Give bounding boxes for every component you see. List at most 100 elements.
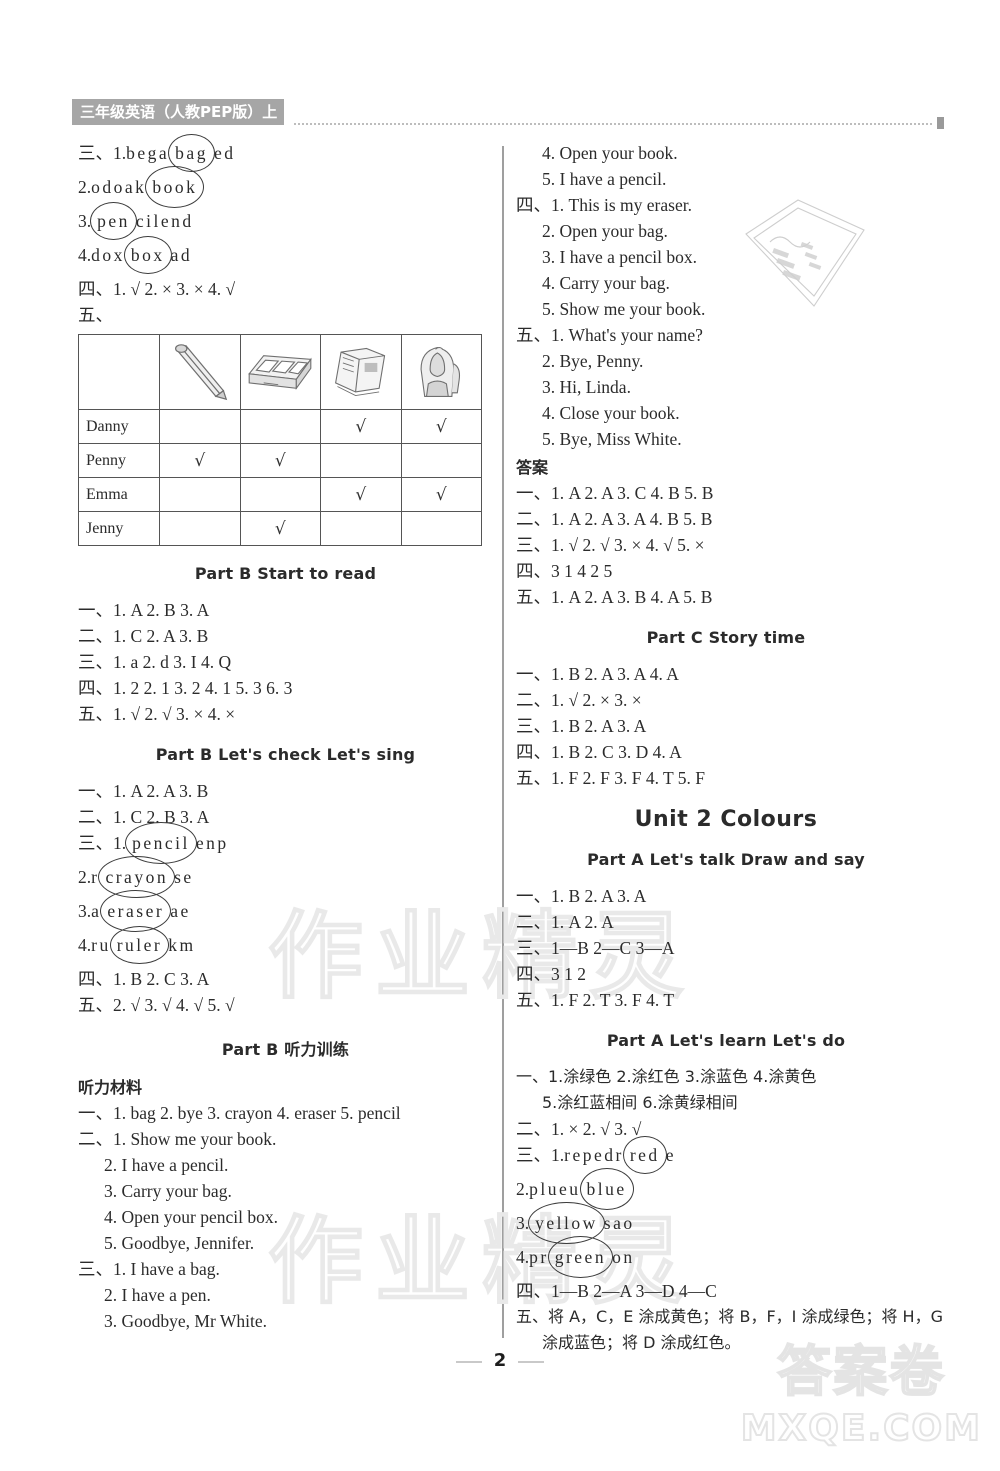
puzzle-suffix: cilend — [135, 211, 194, 231]
circled-word: ruler — [109, 926, 169, 964]
puzzle-label: 2. — [516, 1179, 530, 1199]
table-cell: √ — [239, 511, 321, 546]
answer-line: 一、1. A 2. A 3. C 4. B 5. B — [516, 483, 714, 503]
circled-word: pencil — [125, 822, 197, 864]
answer-line: 四、3 1 4 2 5 — [516, 561, 613, 581]
answer-line: 4. Open your pencil box. — [104, 1207, 278, 1227]
survey-table-wrap: Danny √ √ Penny √ √ Emma √ √ Jenny √ — [78, 334, 493, 546]
pencil-box-icon — [239, 334, 321, 410]
student-name: Jenny — [78, 511, 160, 546]
check-mark: √ — [274, 450, 286, 471]
page-header: 三年级英语（人教PEP版）上 — [72, 99, 944, 129]
answer-line: 二、1. √ 2. × 3. × — [516, 690, 642, 710]
puzzle-line: 2.r crayon se — [78, 856, 493, 898]
puzzle-line: 4.ru ruler km — [78, 926, 493, 966]
puzzle-prefix: a — [91, 901, 102, 921]
puzzle-suffix: on — [612, 1247, 635, 1267]
answer-line: 二、1. C 2. B 3. A — [78, 807, 210, 827]
answer-line: 五、1. F 2. T 3. F 4. T — [516, 990, 675, 1010]
answer-line: 四、1. B 2. C 3. D 4. A — [516, 742, 682, 762]
table-cell: √ — [239, 443, 321, 478]
table-cell — [159, 511, 241, 546]
check-mark: √ — [355, 484, 367, 505]
table-cell — [239, 477, 321, 512]
footer-dash-left — [455, 1361, 482, 1364]
answer-line: 二、1. × 2. √ 3. √ — [516, 1119, 642, 1139]
answer-key-page: 三年级英语（人教PEP版）上 作业精灵 作业精灵 答案卷 MXQE.COM 三、… — [0, 0, 1000, 1471]
section-heading-lets-talk: Part A Let's talk Draw and say — [587, 850, 865, 869]
table-row: Emma √ √ — [78, 477, 482, 512]
answer-line: 四、1. This is my eraser. — [516, 195, 692, 215]
student-name: Emma — [78, 477, 160, 512]
answer-line: 一、1.涂绿色 2.涂红色 3.涂蓝色 4.涂黄色 — [516, 1067, 817, 1086]
circled-word: box — [123, 236, 172, 274]
answer-line: 一、1. A 2. B 3. A — [78, 600, 210, 620]
circled-word: blue — [579, 1168, 634, 1210]
table-cell — [400, 443, 482, 478]
answer-line: 4. Carry your bag. — [542, 273, 670, 293]
table-header-row — [78, 334, 482, 410]
puzzle-group-san: 三、1.bega bag ed 2.odoak book 3. pen cilend 4.… — [78, 134, 493, 276]
book-icon — [320, 334, 402, 410]
table-cell — [400, 511, 482, 546]
circled-word: green — [547, 1236, 614, 1278]
puzzle-line: 4.dox box ad — [78, 236, 493, 276]
answer-line: 三、1. a 2. d 3. I 4. Q — [78, 652, 232, 672]
answer-line: 五、 — [78, 305, 113, 325]
answer-line: 4. Open your book. — [542, 143, 678, 163]
answer-line: 二、1. C 2. A 3. B — [78, 626, 209, 646]
answer-line: 五、将 A，C，E 涂成黄色；将 B，F，I 涂成绿色；将 H，G — [516, 1307, 943, 1326]
answers-label: 答案 — [516, 458, 549, 477]
section-heading-listening: Part B 听力训练 — [221, 1040, 350, 1059]
check-mark: √ — [194, 450, 206, 471]
circled-word: eraser — [100, 890, 171, 932]
footer-dash-right — [518, 1361, 545, 1364]
answer-line: 4. Close your book. — [542, 403, 680, 423]
puzzle-label: 2. — [78, 867, 92, 887]
puzzle-label: 3. — [78, 211, 92, 231]
puzzle-label: 三、1. — [78, 833, 127, 853]
answer-line: 四、1. B 2. C 3. A — [78, 969, 210, 989]
section-heading-lets-learn: Part A Let's learn Let's do — [606, 1031, 846, 1050]
survey-table: Danny √ √ Penny √ √ Emma √ √ Jenny √ — [78, 334, 482, 546]
answer-line: 五、1. √ 2. √ 3. × 4. × — [78, 704, 236, 724]
answer-line: 三、1. √ 2. √ 3. × 4. √ 5. × — [516, 535, 705, 555]
answer-line: 五、1. A 2. A 3. B 4. A 5. B — [516, 587, 713, 607]
answer-line: 五、1. What's your name? — [516, 325, 703, 345]
answer-line: 2. I have a pencil. — [104, 1155, 229, 1175]
answer-line: 5. Bye, Miss White. — [542, 429, 682, 449]
puzzle-line: 三、1. pencil enp — [78, 822, 493, 864]
left-column: 三、1.bega bag ed 2.odoak book 3. pen cilend 4.… — [78, 134, 493, 1334]
table-cell: √ — [159, 443, 241, 478]
check-mark: √ — [355, 416, 367, 437]
listening-material-label: 听力材料 — [78, 1078, 143, 1097]
puzzle-prefix: ru — [91, 935, 111, 955]
table-cell: √ — [400, 409, 482, 444]
puzzle-prefix: r — [91, 867, 100, 887]
check-mark: √ — [435, 484, 447, 505]
puzzle-label: 4. — [78, 245, 92, 265]
answer-line: 三、1. I have a bag. — [78, 1259, 220, 1279]
puzzle-line: 三、1.bega bag ed — [78, 134, 493, 174]
answer-line: 五、1. F 2. F 3. F 4. T 5. F — [516, 768, 705, 788]
circled-word: red — [622, 1136, 667, 1174]
puzzle-prefix: plueu — [529, 1179, 581, 1199]
answer-line: 5. I have a pencil. — [542, 169, 667, 189]
answer-line: 五、2. √ 3. √ 4. √ 5. √ — [78, 995, 235, 1015]
puzzle-suffix: enp — [195, 833, 229, 853]
right-column: 4. Open your book. 5. I have a pencil. 四… — [516, 140, 943, 1356]
backpack-icon — [400, 334, 482, 410]
table-cell — [159, 409, 241, 444]
puzzle-line: 3. pen cilend — [78, 202, 493, 242]
puzzle-suffix: ad — [170, 245, 193, 265]
puzzle-prefix: dox — [91, 245, 125, 265]
answer-line: 四、1—B 2—A 3—D 4—C — [516, 1281, 717, 1301]
book-title: 三年级英语（人教PEP版）上 — [72, 99, 285, 125]
table-cell — [239, 409, 321, 444]
circled-word: bag — [168, 134, 215, 172]
puzzle-suffix: ed — [213, 143, 236, 163]
column-divider — [502, 146, 504, 1338]
circled-word: pen — [90, 202, 137, 240]
table-cell — [320, 443, 402, 478]
answer-line: 四、3 1 2 — [516, 964, 586, 984]
